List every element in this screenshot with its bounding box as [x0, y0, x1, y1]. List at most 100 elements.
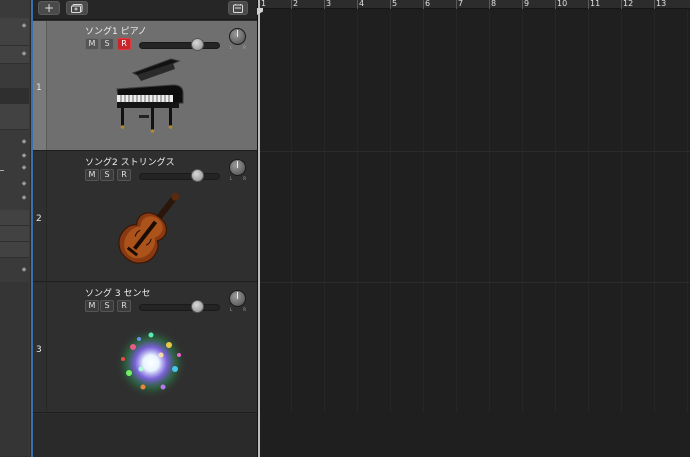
stepper-icon[interactable]: ◆ [21, 51, 27, 61]
bar-label: 7 [458, 0, 464, 8]
synth-sparkle-icon [115, 327, 187, 399]
grand-piano-icon [116, 58, 184, 133]
solo-button[interactable]: S [100, 300, 114, 312]
track-row[interactable]: 3 ソング 3 センセ M S R LR [33, 283, 257, 413]
pan-knob[interactable] [229, 290, 246, 307]
track-number: 2 [36, 214, 42, 224]
arrange-area[interactable]: 1 2 3 4 5 6 7 8 9 10 11 12 13 [257, 0, 690, 457]
track-row[interactable]: 1 ソング1 ピアノ M S R LR [33, 21, 257, 151]
volume-slider[interactable] [139, 42, 220, 49]
volume-knob[interactable] [190, 169, 204, 182]
playhead-handle[interactable] [257, 8, 263, 15]
bar-tick [522, 0, 523, 9]
inspector-row [0, 282, 29, 457]
grid-line [357, 10, 358, 413]
bar-tick [555, 0, 556, 9]
grid-line [489, 10, 490, 413]
inspector-row [0, 104, 29, 130]
bar-tick [621, 0, 622, 9]
bar-label: 8 [491, 0, 497, 8]
pan-knob[interactable] [229, 28, 246, 45]
violin-icon [118, 192, 180, 264]
track-row[interactable]: 2 ソング2 ストリングス M S R LR [33, 152, 257, 282]
grid-line [390, 10, 391, 413]
bar-label: 13 [656, 0, 667, 8]
grid-line [324, 10, 325, 413]
stepper-icon[interactable]: ◆ [21, 165, 27, 175]
bar-label: 4 [359, 0, 365, 8]
stepper-icon[interactable]: ◆ [21, 181, 27, 191]
bar-label: 2 [293, 0, 299, 8]
bar-tick [357, 0, 358, 9]
track-number: 1 [36, 83, 42, 93]
track-number: 3 [36, 345, 42, 355]
inspector-row [0, 88, 29, 104]
track-lane-divider [258, 151, 690, 152]
stepper-icon[interactable]: ◆ [21, 23, 27, 33]
grid-line [456, 10, 457, 413]
volume-knob[interactable] [190, 300, 204, 313]
bar-label: 6 [425, 0, 431, 8]
grid-line [621, 10, 622, 413]
empty-track-area[interactable] [33, 414, 257, 457]
bar-tick [291, 0, 292, 9]
bar-label: 5 [392, 0, 398, 8]
mute-button[interactable]: M [85, 38, 99, 50]
bar-tick [423, 0, 424, 9]
track-name[interactable]: ソング2 ストリングス [85, 155, 175, 168]
stepper-icon[interactable]: ◆ [21, 267, 27, 277]
pan-scale: LR [230, 45, 246, 50]
bar-label: 12 [623, 0, 634, 8]
solo-button[interactable]: S [100, 38, 114, 50]
track-headers: + 1 ソング1 ピアノ M S R LR 2 ソング2 ストリングス M S … [33, 0, 257, 457]
bar-ruler[interactable]: 1 2 3 4 5 6 7 8 9 10 11 12 13 [258, 0, 690, 9]
empty-lane-area[interactable] [258, 413, 690, 457]
pan-knob[interactable] [229, 159, 246, 176]
inspector-panel: ◆ ◆ ◆ ◆ ◆ ◆ ◆ ◆ [0, 0, 31, 457]
record-enable-button[interactable]: R [117, 38, 131, 50]
bar-label: 1 [261, 0, 267, 8]
filter-tray-icon[interactable] [228, 1, 248, 15]
grid-line [423, 10, 424, 413]
bar-tick [390, 0, 391, 9]
grid-line [588, 10, 589, 413]
grid-line [291, 10, 292, 413]
stepper-icon[interactable]: ◆ [21, 195, 27, 205]
bar-tick [588, 0, 589, 9]
volume-slider[interactable] [139, 173, 220, 180]
mute-button[interactable]: M [85, 300, 99, 312]
record-enable-button[interactable]: R [117, 300, 131, 312]
inspector-row [0, 210, 29, 226]
track-name[interactable]: ソング1 ピアノ [85, 24, 147, 37]
grid-line [654, 10, 655, 413]
solo-button[interactable]: S [100, 169, 114, 181]
bar-tick [489, 0, 490, 9]
bar-label: 3 [326, 0, 332, 8]
tick-mark [0, 170, 4, 171]
bar-tick [324, 0, 325, 9]
bar-tick [456, 0, 457, 9]
stepper-icon[interactable]: ◆ [21, 139, 27, 149]
stepper-icon[interactable]: ◆ [21, 153, 27, 163]
bar-label: 10 [557, 0, 568, 8]
playhead[interactable] [258, 0, 260, 457]
volume-knob[interactable] [190, 38, 204, 51]
mute-button[interactable]: M [85, 169, 99, 181]
grid-line [522, 10, 523, 413]
volume-slider[interactable] [139, 304, 220, 311]
track-duplicate-icon[interactable] [66, 1, 88, 15]
grid-line [555, 10, 556, 413]
grid-line [687, 10, 688, 413]
track-name[interactable]: ソング 3 センセ [85, 286, 150, 299]
pan-scale: LR [230, 176, 246, 181]
pan-scale: LR [230, 307, 246, 312]
plus-icon[interactable]: + [38, 1, 60, 15]
inspector-row [0, 242, 29, 258]
bar-label: 11 [590, 0, 601, 8]
bar-tick [654, 0, 655, 9]
track-header-toolbar: + [33, 0, 257, 20]
record-enable-button[interactable]: R [117, 169, 131, 181]
inspector-row [0, 226, 29, 242]
bar-label: 9 [524, 0, 530, 8]
track-lane-divider [258, 282, 690, 283]
